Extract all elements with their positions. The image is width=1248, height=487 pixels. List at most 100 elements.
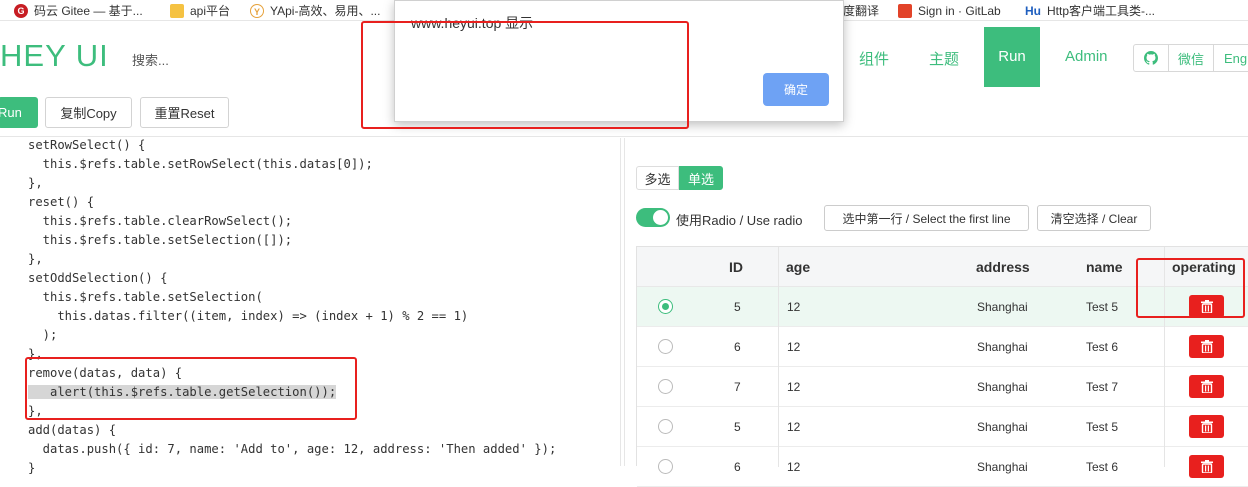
code-text: } xyxy=(28,461,36,475)
cell-age: 12 xyxy=(787,340,801,354)
column-separator xyxy=(778,247,779,467)
cell-name: Test 6 xyxy=(1086,340,1119,354)
bookmark-yapi[interactable]: Y YApi-高效、易用、... xyxy=(250,2,380,19)
row-radio[interactable] xyxy=(658,299,673,314)
cell-name: Test 5 xyxy=(1086,420,1119,434)
delete-button[interactable] xyxy=(1189,375,1224,398)
table-row[interactable]: 7 12 Shanghai Test 7 xyxy=(637,367,1248,407)
code-editor[interactable]: setRowSelect() { this.$refs.table.setRow… xyxy=(0,138,620,475)
code-line: this.$refs.table.clearRowSelect(); xyxy=(28,212,292,231)
row-radio[interactable] xyxy=(658,379,673,394)
cell-name: Test 7 xyxy=(1086,380,1119,394)
select-first-button[interactable]: 选中第一行 / Select the first line xyxy=(824,205,1029,231)
code-line: } xyxy=(28,459,35,478)
cell-address: Shanghai xyxy=(977,460,1028,474)
cell-id: 5 xyxy=(734,300,741,314)
nav-run[interactable]: Run xyxy=(984,27,1040,87)
code-line: this.datas.filter((item, index) => (inde… xyxy=(28,307,468,326)
folder-icon xyxy=(170,3,184,18)
tab-multi-select[interactable]: 多选 xyxy=(636,166,679,190)
run-button[interactable]: Run xyxy=(0,97,38,128)
reset-button[interactable]: 重置Reset xyxy=(140,97,229,128)
code-line: }, xyxy=(28,345,43,364)
code-text: }, xyxy=(28,252,43,266)
github-button[interactable] xyxy=(1133,44,1169,72)
cell-name: Test 6 xyxy=(1086,460,1119,474)
delete-button[interactable] xyxy=(1189,415,1224,438)
bookmark-api[interactable]: api平台 xyxy=(170,2,230,19)
nav-admin[interactable]: Admin xyxy=(1065,48,1108,65)
column-header-operating: operating xyxy=(1172,259,1236,275)
nav-components[interactable]: 组件 xyxy=(859,48,889,69)
column-header-id[interactable]: ID xyxy=(729,259,743,275)
split-divider[interactable] xyxy=(620,138,621,466)
nav-theme[interactable]: 主题 xyxy=(929,48,959,69)
alert-dialog: www.heyui.top 显示 确定 xyxy=(394,0,844,122)
code-text: setRowSelect() { xyxy=(28,138,146,152)
trash-icon xyxy=(1200,300,1213,313)
radio-toggle-switch[interactable] xyxy=(636,208,670,227)
column-separator xyxy=(1164,247,1165,467)
table-row[interactable]: 5 12 Shanghai Test 5 xyxy=(637,407,1248,447)
row-radio[interactable] xyxy=(658,419,673,434)
cell-address: Shanghai xyxy=(977,380,1028,394)
search-input[interactable]: 搜索... xyxy=(132,50,169,69)
delete-button[interactable] xyxy=(1189,455,1224,478)
table-row[interactable]: 6 12 Shanghai Test 6 xyxy=(637,447,1248,487)
split-divider xyxy=(624,138,625,466)
code-text: ); xyxy=(28,328,58,342)
trash-icon xyxy=(1200,340,1213,353)
github-icon xyxy=(1144,51,1158,65)
code-line: reset() { xyxy=(28,193,94,212)
row-radio[interactable] xyxy=(658,339,673,354)
code-text: this.$refs.table.setSelection([]); xyxy=(28,233,293,247)
gitee-icon: G xyxy=(14,3,28,18)
wechat-button[interactable]: 微信 xyxy=(1168,44,1214,72)
bookmark-translate[interactable]: 度翻译 xyxy=(843,2,879,19)
bookmark-label: Sign in · GitLab xyxy=(918,3,1001,18)
logo[interactable]: HEY UI xyxy=(0,38,109,74)
code-text: datas.push({ id: 7, name: 'Add to', age:… xyxy=(28,442,557,456)
cell-address: Shanghai xyxy=(977,420,1028,434)
code-line: remove(datas, data) { xyxy=(28,364,182,383)
bookmark-gitee[interactable]: G 码云 Gitee — 基于... xyxy=(14,2,143,19)
table-header: ID age address name operating xyxy=(637,247,1248,287)
row-radio[interactable] xyxy=(658,459,673,474)
yapi-icon: Y xyxy=(250,3,264,18)
cell-age: 12 xyxy=(787,420,801,434)
cell-age: 12 xyxy=(787,380,801,394)
cell-id: 6 xyxy=(734,340,741,354)
trash-icon xyxy=(1200,420,1213,433)
dialog-title: www.heyui.top 显示 xyxy=(411,15,534,31)
bookmark-gitlab[interactable]: Sign in · GitLab xyxy=(898,2,1001,19)
code-line: add(datas) { xyxy=(28,421,116,440)
bookmark-label: Http客户端工具类-... xyxy=(1047,4,1156,18)
column-header-address[interactable]: address xyxy=(976,259,1030,275)
tab-single-select[interactable]: 单选 xyxy=(679,166,723,190)
clear-button[interactable]: 清空选择 / Clear xyxy=(1037,205,1151,231)
code-line: }, xyxy=(28,174,43,193)
language-button[interactable]: Engl xyxy=(1213,44,1248,72)
code-line: datas.push({ id: 7, name: 'Add to', age:… xyxy=(28,440,557,459)
code-line: this.$refs.table.setSelection([]); xyxy=(28,231,292,250)
code-line: }, xyxy=(28,250,43,269)
table-row[interactable]: 5 12 Shanghai Test 5 xyxy=(637,287,1248,327)
code-text: }, xyxy=(28,347,43,361)
delete-button[interactable] xyxy=(1189,335,1224,358)
code-line: setOddSelection() { xyxy=(28,269,167,288)
delete-button[interactable] xyxy=(1189,295,1224,318)
column-header-age[interactable]: age xyxy=(786,259,810,275)
cell-age: 12 xyxy=(787,300,801,314)
code-text: reset() { xyxy=(28,195,95,209)
column-header-name[interactable]: name xyxy=(1086,259,1123,275)
table-row[interactable]: 6 12 Shanghai Test 6 xyxy=(637,327,1248,367)
bookmark-label: api平台 xyxy=(190,4,231,18)
code-text: }, xyxy=(28,404,43,418)
code-text: this.datas.filter((item, index) => (inde… xyxy=(28,309,469,323)
code-text: setOddSelection() { xyxy=(28,271,168,285)
copy-button[interactable]: 复制Copy xyxy=(45,97,132,128)
bookmark-hu[interactable]: Hu Http客户端工具类-... xyxy=(1025,2,1155,19)
code-text: }, xyxy=(28,176,43,190)
dialog-ok-button[interactable]: 确定 xyxy=(763,73,829,106)
radio-toggle-label: 使用Radio / Use radio xyxy=(676,213,803,228)
